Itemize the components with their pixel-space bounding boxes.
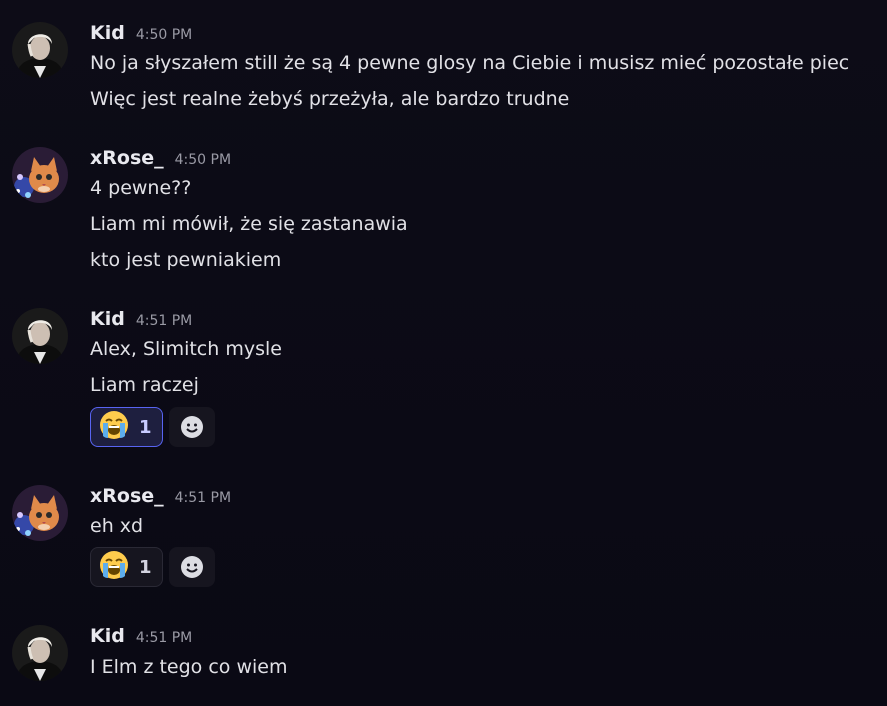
timestamp[interactable]: 4:50 PM (136, 27, 192, 43)
username[interactable]: Kid (90, 625, 125, 647)
reaction-count: 1 (139, 416, 152, 438)
kid-avatar-icon (12, 625, 68, 681)
avatar-kid[interactable] (12, 22, 68, 78)
cat-avatar-icon (12, 147, 68, 203)
message-header: Kid 4:51 PM (90, 308, 192, 334)
timestamp[interactable]: 4:51 PM (175, 490, 231, 506)
chat-message-list: Kid 4:50 PM No ja słyszałem still że są … (0, 0, 887, 706)
timestamp[interactable]: 4:51 PM (136, 630, 192, 646)
loudly-crying-emoji-icon (99, 550, 129, 584)
message-text: kto jest pewniakiem (90, 249, 282, 271)
message-text: 4 pewne?? (90, 177, 192, 199)
username[interactable]: Kid (90, 308, 125, 330)
message-text: Liam mi mówił, że się zastanawia (90, 213, 408, 235)
add-reaction-button[interactable] (168, 547, 215, 587)
timestamp[interactable]: 4:51 PM (136, 313, 192, 329)
username[interactable]: xRose_ (90, 485, 164, 507)
username[interactable]: xRose_ (90, 147, 164, 169)
reaction-bar: 1 (90, 407, 215, 447)
avatar-xrose[interactable] (12, 147, 68, 203)
timestamp[interactable]: 4:50 PM (175, 152, 231, 168)
message-text: Alex, Slimitch mysle (90, 338, 282, 360)
avatar-kid[interactable] (12, 308, 68, 364)
avatar-xrose[interactable] (12, 485, 68, 541)
message-text: Więc jest realne żebyś przeżyła, ale bar… (90, 88, 570, 110)
reaction-count: 1 (139, 556, 152, 578)
message-text: eh xd (90, 515, 144, 537)
reaction-button[interactable]: 1 (90, 547, 163, 587)
loudly-crying-emoji-icon (99, 410, 129, 444)
kid-avatar-icon (12, 22, 68, 78)
message-text: Liam raczej (90, 374, 199, 396)
reaction-bar: 1 (90, 547, 215, 587)
username[interactable]: Kid (90, 22, 125, 44)
message-header: xRose_ 4:50 PM (90, 147, 231, 173)
message-text: I Elm z tego co wiem (90, 656, 288, 678)
reaction-button[interactable]: 1 (90, 407, 163, 447)
message-header: Kid 4:50 PM (90, 22, 192, 48)
kid-avatar-icon (12, 308, 68, 364)
avatar-kid[interactable] (12, 625, 68, 681)
message-header: Kid 4:51 PM (90, 625, 192, 651)
cat-avatar-icon (12, 485, 68, 541)
add-reaction-button[interactable] (168, 407, 215, 447)
smiley-icon (180, 556, 203, 578)
message-text: No ja słyszałem still że są 4 pewne glos… (90, 52, 850, 74)
smiley-icon (180, 416, 203, 438)
message-header: xRose_ 4:51 PM (90, 485, 231, 511)
